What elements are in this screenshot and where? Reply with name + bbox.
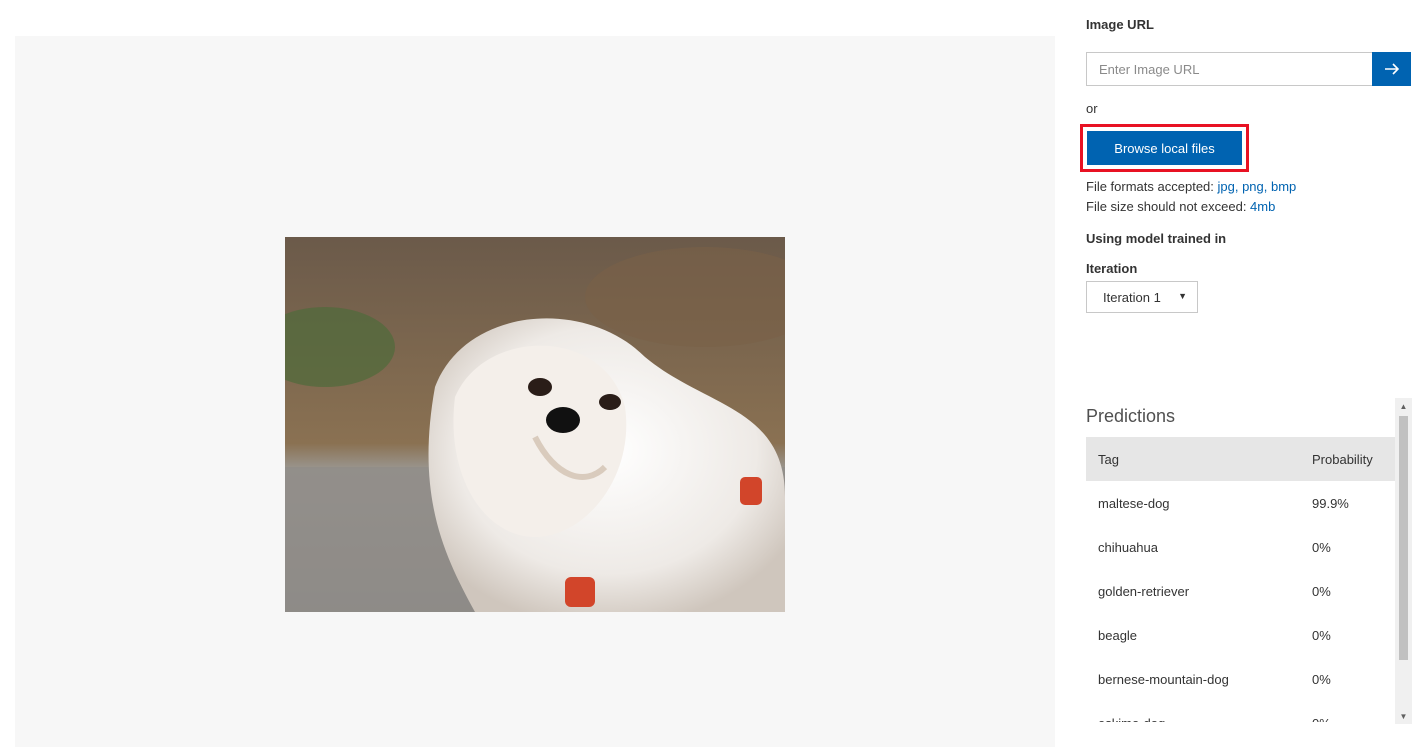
scroll-up-arrow-icon[interactable]: ▲ <box>1395 398 1412 414</box>
predictions-header-row: Tag Probability <box>1086 437 1395 481</box>
browse-local-files-button[interactable]: Browse local files <box>1087 131 1242 165</box>
image-url-row <box>1086 52 1411 86</box>
submit-url-button[interactable] <box>1372 52 1411 86</box>
image-url-input[interactable] <box>1086 52 1373 86</box>
predictions-scrollbar[interactable]: ▲ ▼ <box>1395 398 1412 724</box>
or-separator: or <box>1086 101 1098 116</box>
arrow-right-icon <box>1384 63 1399 75</box>
row-probability: 0% <box>1312 583 1331 599</box>
predictions-title: Predictions <box>1086 406 1176 426</box>
control-panel: Image URL or Browse local files File for… <box>1080 0 1416 747</box>
row-tag: eskimo-dog <box>1086 716 1312 723</box>
row-tag: chihuahua <box>1098 539 1158 555</box>
row-probability: 99.9% <box>1312 495 1349 511</box>
predictions-table: Tag Probability maltese-dog 99.9% chihua… <box>1086 437 1395 722</box>
row-probability: 0% <box>1312 671 1331 687</box>
scrollbar-thumb[interactable] <box>1399 416 1408 660</box>
table-row: chihuahua 0% <box>1086 525 1395 569</box>
row-probability: 0% <box>1312 716 1395 723</box>
model-label: Using model trained in <box>1086 231 1227 246</box>
probability-column-header: Probability <box>1312 451 1373 467</box>
iteration-dropdown[interactable]: Iteration 1 ▼ <box>1086 281 1198 313</box>
table-row: beagle 0% <box>1086 613 1395 657</box>
browse-highlight-frame: Browse local files <box>1080 124 1249 172</box>
row-tag: maltese-dog <box>1098 495 1170 511</box>
caret-down-icon: ▼ <box>1178 291 1187 301</box>
table-row: bernese-mountain-dog 0% <box>1086 657 1395 701</box>
row-probability: 0% <box>1312 539 1331 555</box>
file-formats-info: File formats accepted: jpg, png, bmp <box>1086 179 1296 194</box>
file-size-info: File size should not exceed: 4mb <box>1086 199 1275 214</box>
file-formats-link[interactable]: jpg, png, bmp <box>1218 179 1297 194</box>
row-probability: 0% <box>1312 627 1331 643</box>
iteration-label: Iteration <box>1086 261 1138 276</box>
tag-column-header: Tag <box>1098 451 1119 467</box>
file-formats-label: File formats accepted: <box>1086 179 1218 194</box>
file-size-label: File size should not exceed: <box>1086 199 1251 214</box>
file-size-link[interactable]: 4mb <box>1250 199 1275 214</box>
table-row: golden-retriever 0% <box>1086 569 1395 613</box>
image-url-label: Image URL <box>1086 17 1154 32</box>
row-tag: golden-retriever <box>1098 583 1190 599</box>
table-row: maltese-dog 99.9% <box>1086 481 1395 525</box>
table-row: eskimo-dog 0% <box>1086 701 1395 723</box>
row-tag: bernese-mountain-dog <box>1098 671 1229 687</box>
image-preview-area <box>15 36 1055 747</box>
iteration-selected-value: Iteration 1 <box>1103 289 1161 305</box>
uploaded-dog-photo <box>285 237 785 612</box>
row-tag: beagle <box>1098 627 1138 643</box>
scroll-down-arrow-icon[interactable]: ▼ <box>1395 708 1412 724</box>
